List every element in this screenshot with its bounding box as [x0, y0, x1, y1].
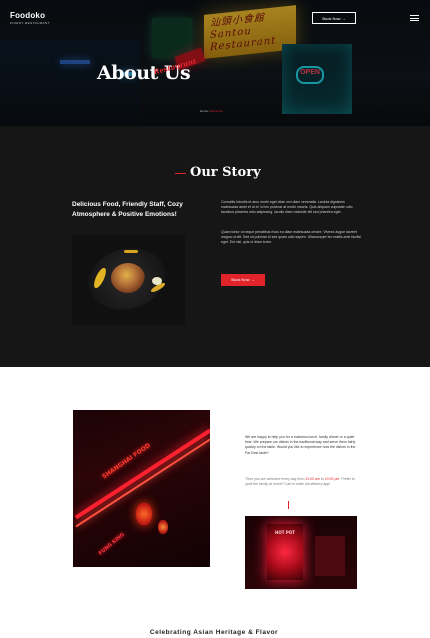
- opening-time: 11:00 am: [305, 477, 320, 481]
- food: [111, 263, 145, 293]
- breadcrumb: Home / About Us: [200, 109, 223, 113]
- lantern: [158, 520, 168, 534]
- neon-sign: FUNG KING: [97, 531, 126, 557]
- hero-overlay: [0, 0, 430, 126]
- book-now-button[interactable]: Book Now →: [312, 12, 356, 24]
- hamburger-icon[interactable]: [410, 15, 419, 21]
- dish-image: [72, 235, 185, 325]
- book-now-button[interactable]: Book Now →: [221, 274, 265, 286]
- breadcrumb-current: About Us: [210, 109, 223, 113]
- story-heading: Delicious Food, Friendly Staff, Cozy Atm…: [72, 201, 183, 218]
- accent-mark: [288, 501, 289, 509]
- gallery-paragraph: We are happy to help you for a business …: [245, 435, 356, 455]
- bottom-section-title: Celebrating Asian Heritage & Flavor: [149, 629, 279, 636]
- sauce: [124, 250, 138, 253]
- title-accent-line: [175, 173, 186, 174]
- opening-hours-text: Then you are welcome every day from 11:0…: [245, 477, 357, 487]
- red-neon-image: HOT POT: [245, 516, 357, 589]
- hours-text: Then you are welcome every day from: [245, 477, 306, 481]
- gallery-section: [0, 367, 430, 635]
- story-paragraph: Convallis lobortis et arcu morbi eget vi…: [221, 200, 353, 215]
- logo-subtitle: FINEST RESTAURANT: [10, 21, 51, 25]
- doorway: [315, 536, 345, 576]
- red-sign-text: HOT POT: [275, 530, 295, 535]
- lime: [152, 277, 162, 285]
- site-logo[interactable]: Foodoko: [10, 11, 45, 21]
- story-paragraph: Quam tortor ut neque penatibus risus eu …: [221, 230, 361, 245]
- breadcrumb-home[interactable]: Home: [200, 109, 208, 113]
- our-story-section: [0, 126, 430, 367]
- section-title: Our Story: [190, 165, 261, 180]
- closing-time: 10:00 pm: [324, 477, 340, 481]
- neon-street-image: SHANGHAI FOOD FUNG KING: [73, 410, 210, 567]
- hero-banner: 汕頭小食館 Santou Restaurant OPEN: [0, 0, 430, 126]
